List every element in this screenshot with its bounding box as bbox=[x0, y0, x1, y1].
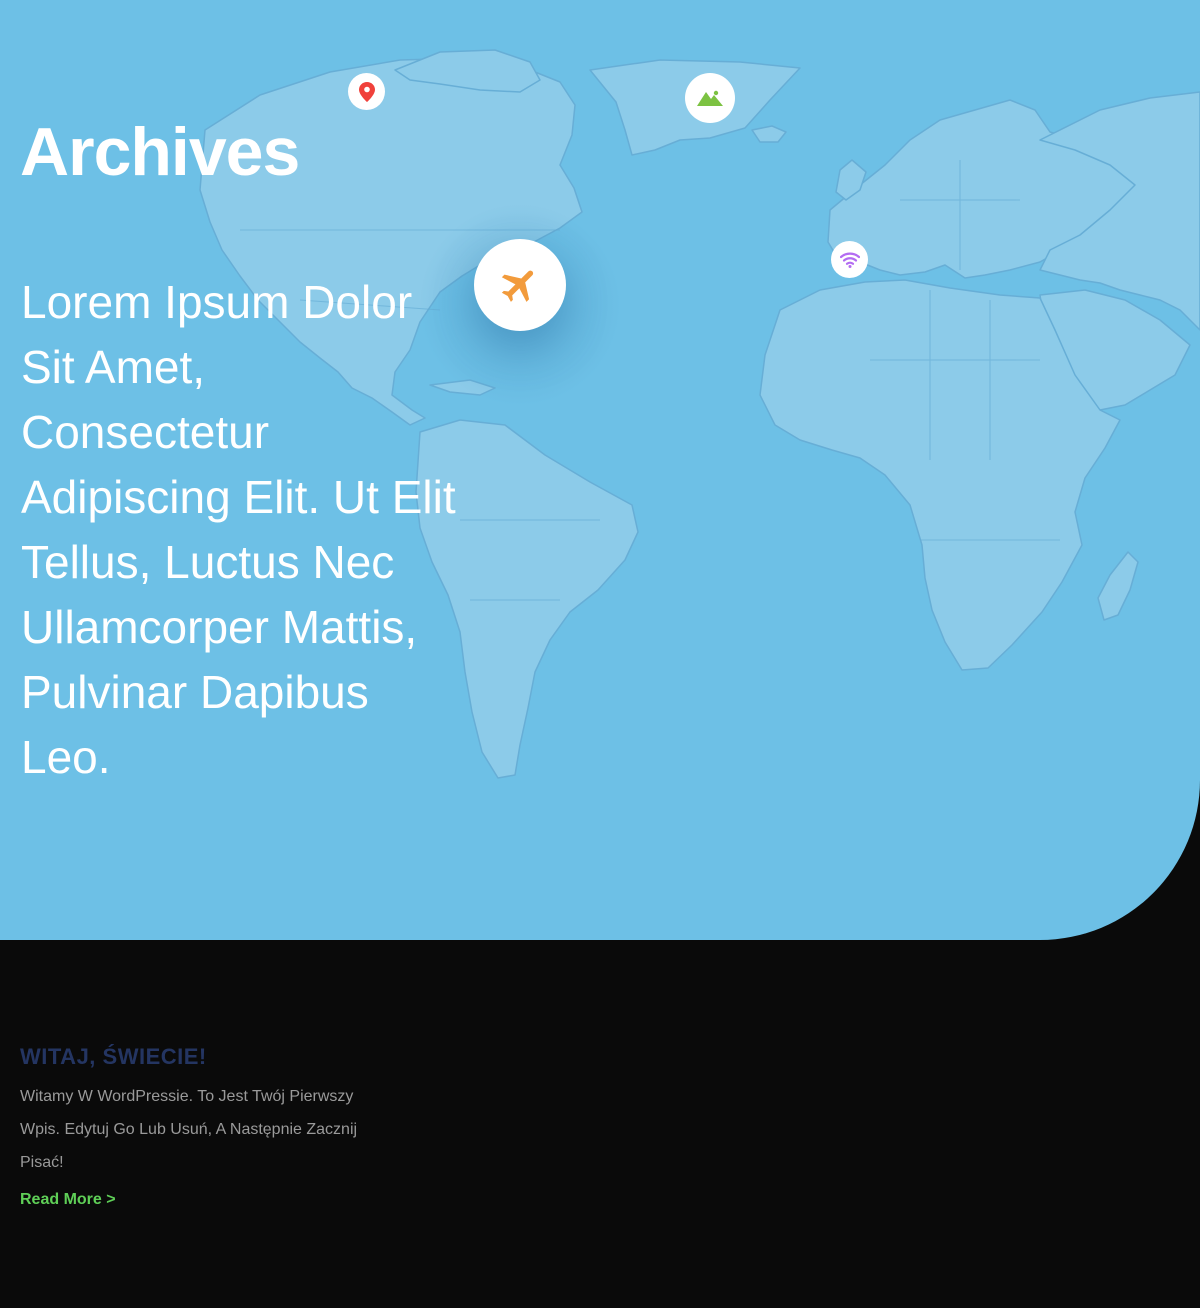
post-excerpt: Witamy W WordPressie. To Jest Twój Pierw… bbox=[20, 1088, 358, 1171]
airplane-marker[interactable] bbox=[474, 239, 566, 331]
location-pin-icon bbox=[358, 81, 375, 102]
hero-description: Lorem Ipsum Dolor Sit Amet, Consectetur … bbox=[21, 276, 456, 783]
mountain-marker[interactable] bbox=[685, 73, 735, 123]
location-marker[interactable] bbox=[348, 73, 385, 110]
page-title: Archives bbox=[20, 114, 300, 190]
hero-section: Archives Lorem Ipsum Dolor Sit Amet, Con… bbox=[0, 0, 1200, 940]
post-title[interactable]: WITAJ, ŚWIECIE! bbox=[20, 1040, 400, 1074]
iceland-landmass bbox=[751, 125, 787, 143]
read-more-link[interactable]: Read More > bbox=[20, 1191, 116, 1209]
blog-post-card: WITAJ, ŚWIECIE! Witamy W WordPressie. To… bbox=[20, 1040, 400, 1209]
wifi-marker[interactable] bbox=[831, 241, 868, 278]
mountain-icon bbox=[697, 90, 723, 106]
wifi-icon bbox=[839, 252, 860, 268]
airplane-icon bbox=[501, 270, 534, 302]
madagascar-landmass bbox=[1097, 551, 1139, 621]
